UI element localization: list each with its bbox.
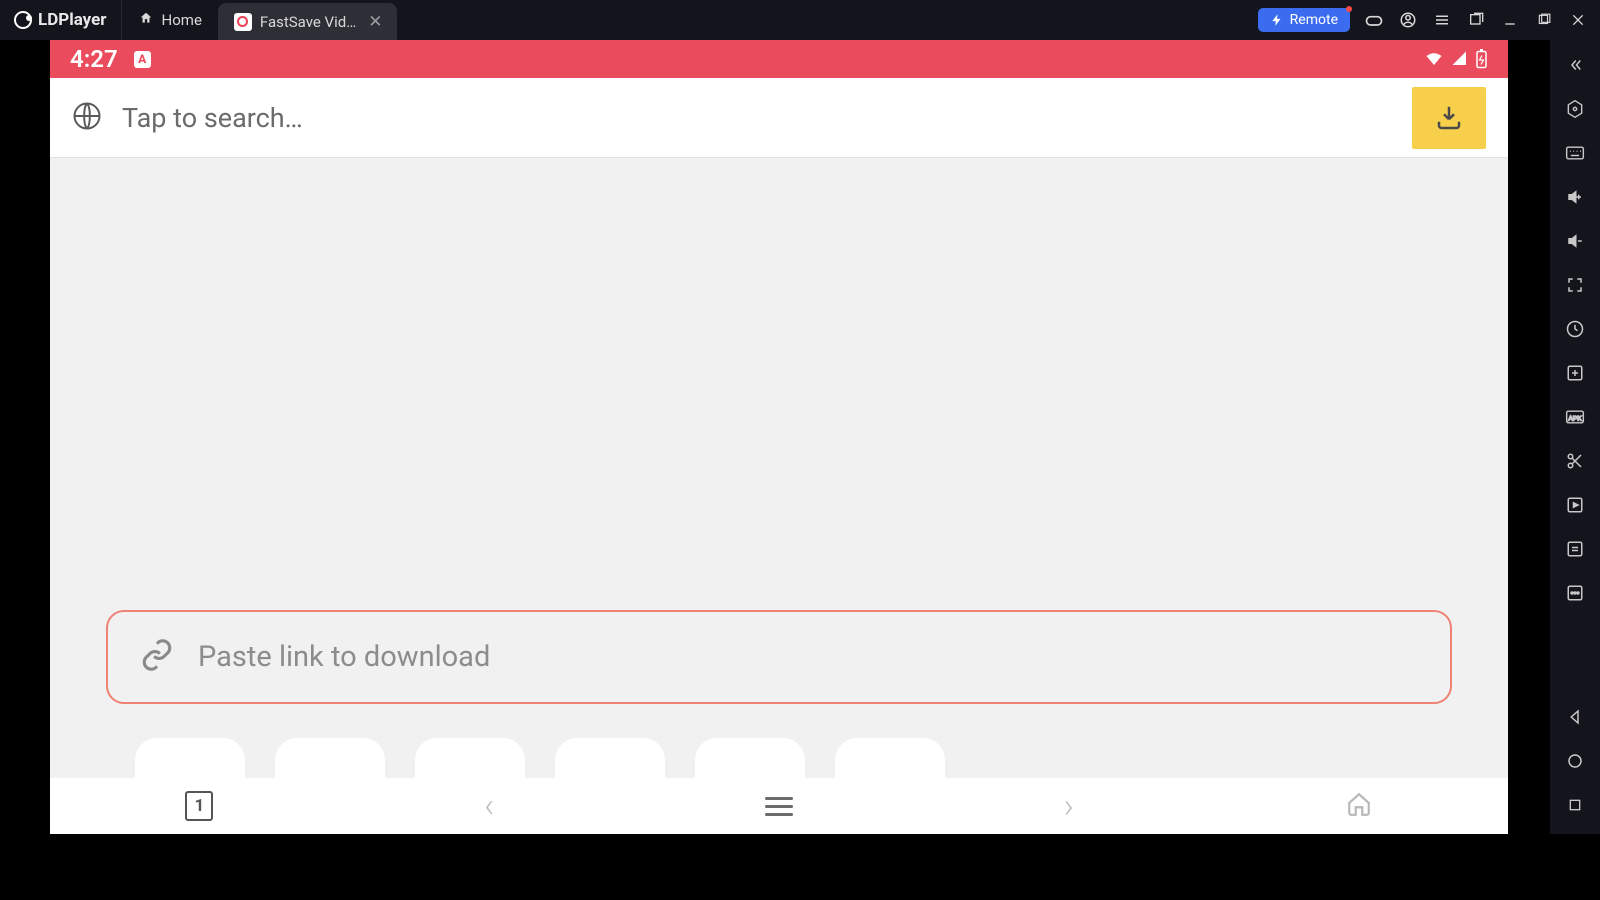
home-icon (138, 11, 154, 29)
nav-forward-button[interactable]: › (1064, 786, 1074, 826)
download-tray-icon (1434, 103, 1464, 133)
browser-search-bar[interactable]: Tap to search… (50, 78, 1508, 158)
multi-instance-icon[interactable] (1564, 362, 1586, 384)
link-icon (140, 638, 174, 676)
downloads-button[interactable] (1412, 87, 1486, 149)
volume-up-icon[interactable] (1564, 186, 1586, 208)
search-placeholder: Tap to search… (122, 102, 1392, 134)
emulator-title-bar: LDPlayer Home FastSave Vid… ✕ Remote (0, 0, 1600, 40)
sync-icon[interactable] (1564, 318, 1586, 340)
record-icon[interactable] (1564, 494, 1586, 516)
fullscreen-icon[interactable] (1564, 274, 1586, 296)
ldplayer-logo-icon (14, 11, 32, 29)
emulator-logo: LDPlayer (0, 0, 122, 40)
android-recents-icon[interactable] (1564, 794, 1586, 816)
tab-home-label: Home (162, 11, 202, 29)
tabs-count-button[interactable]: 1 (185, 791, 213, 821)
account-icon[interactable] (1398, 10, 1418, 30)
signal-icon (1451, 50, 1469, 68)
scissors-icon[interactable] (1564, 450, 1586, 472)
android-home-icon[interactable] (1564, 750, 1586, 772)
close-window-icon[interactable] (1568, 10, 1588, 30)
tab-app-active[interactable]: FastSave Vid… ✕ (218, 3, 397, 40)
status-right-icons (1423, 49, 1488, 69)
browser-bottom-nav: 1 ‹ › (50, 778, 1508, 834)
app-tab-icon (234, 13, 252, 31)
collapse-rail-icon[interactable] (1564, 54, 1586, 76)
status-time: 4:27 (70, 45, 118, 73)
paste-link-input[interactable]: Paste link to download (106, 610, 1452, 704)
remote-label: Remote (1290, 12, 1338, 28)
keyboard-icon[interactable] (1564, 142, 1586, 164)
emulator-side-toolbar: APK (1550, 40, 1600, 834)
letterbox-bottom (0, 834, 1600, 900)
minimize-icon[interactable] (1500, 10, 1520, 30)
more-icon[interactable] (1564, 582, 1586, 604)
settings-hex-icon[interactable] (1564, 98, 1586, 120)
remote-button[interactable]: Remote (1258, 8, 1350, 32)
status-indicator: A (134, 51, 151, 68)
tab-app-label: FastSave Vid… (260, 13, 356, 31)
android-status-bar: 4:27 A (50, 40, 1508, 78)
operation-record-icon[interactable] (1564, 538, 1586, 560)
maximize-icon[interactable] (1534, 10, 1554, 30)
battery-icon (1475, 49, 1488, 69)
popout-icon[interactable] (1466, 10, 1486, 30)
android-back-icon[interactable] (1564, 706, 1586, 728)
wifi-icon (1423, 50, 1445, 68)
nav-back-button[interactable]: ‹ (484, 786, 494, 826)
apk-install-icon[interactable]: APK (1564, 406, 1586, 428)
title-bar-right: Remote (1258, 0, 1600, 40)
emulator-brand: LDPlayer (38, 10, 107, 30)
gamepad-icon[interactable] (1364, 10, 1384, 30)
svg-text:APK: APK (1568, 415, 1582, 422)
bolt-icon (1270, 13, 1284, 27)
paste-placeholder: Paste link to download (198, 640, 490, 674)
close-tab-button[interactable]: ✕ (364, 12, 386, 32)
browser-content: Paste link to download (50, 158, 1508, 778)
nav-home-button[interactable] (1345, 791, 1373, 821)
volume-down-icon[interactable] (1564, 230, 1586, 252)
hamburger-icon[interactable] (1432, 10, 1452, 30)
tab-home[interactable]: Home (122, 0, 218, 40)
nav-menu-button[interactable] (765, 797, 793, 816)
emulator-screen: 4:27 A Tap to search… Paste link to down… (50, 40, 1508, 834)
tabs-count: 1 (194, 796, 204, 816)
globe-icon (72, 101, 102, 135)
